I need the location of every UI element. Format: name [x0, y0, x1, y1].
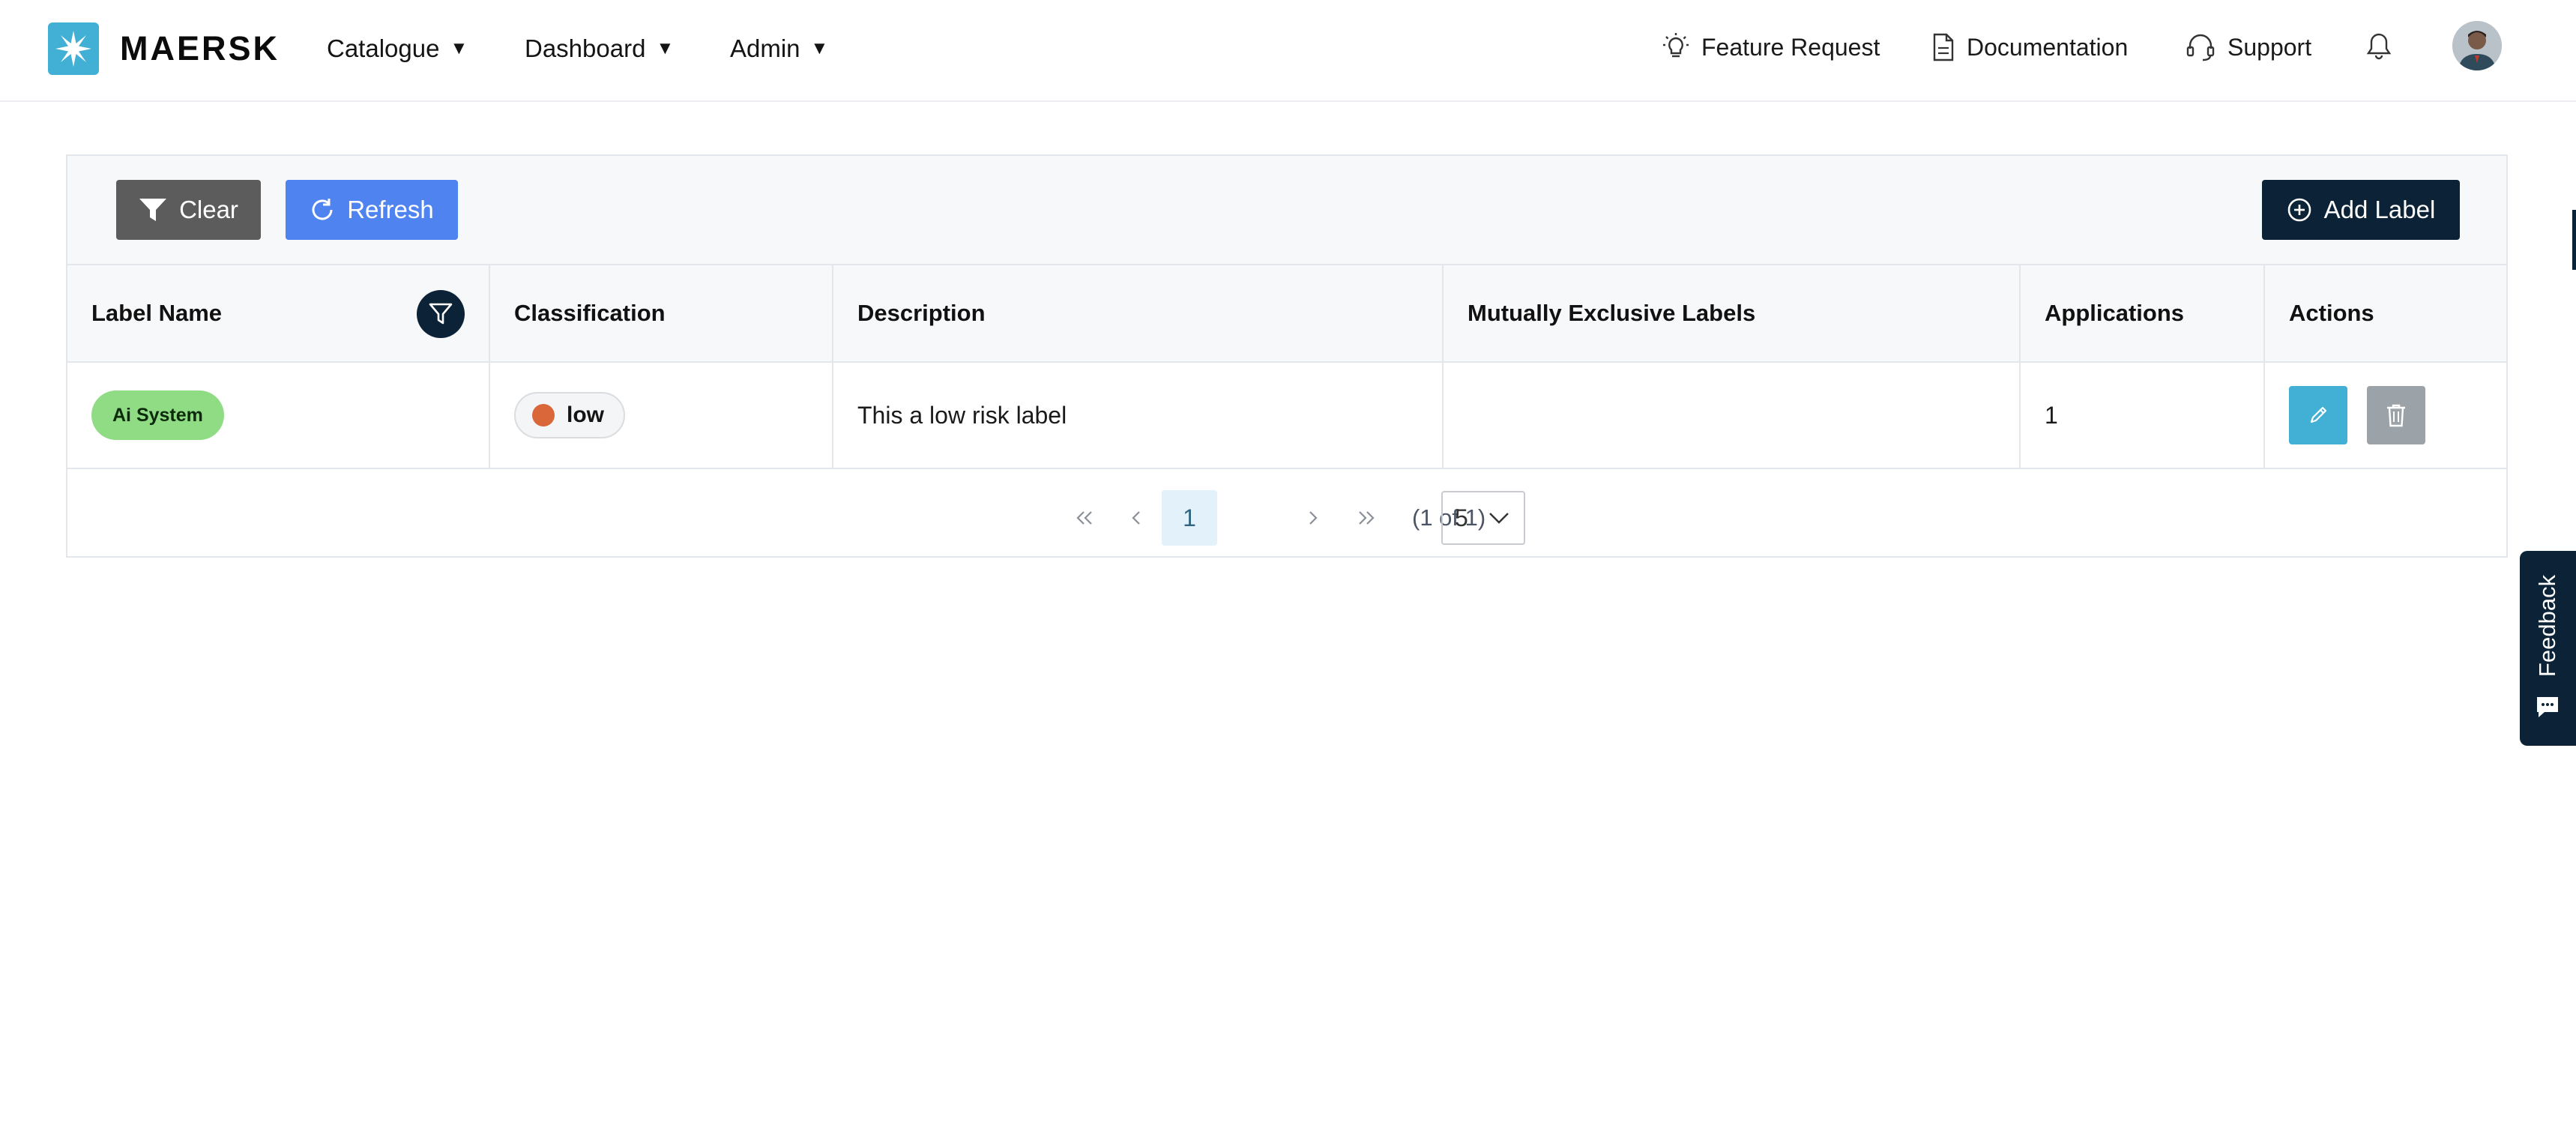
- column-header-actions: Actions: [2265, 265, 2506, 361]
- page-size-value: 5: [1455, 504, 1468, 531]
- column-header-classification[interactable]: Classification: [490, 265, 833, 361]
- cell-classification: low: [490, 363, 833, 468]
- clear-filters-button[interactable]: Clear: [116, 180, 261, 240]
- column-header-text: Mutually Exclusive Labels: [1468, 300, 1756, 326]
- refresh-label: Refresh: [347, 196, 434, 223]
- cell-description: This a low risk label: [833, 363, 1444, 468]
- scrollbar-indicator: [2572, 210, 2576, 270]
- column-filter-button[interactable]: [417, 290, 465, 338]
- caret-down-icon: ▼: [450, 38, 468, 58]
- documentation-label: Documentation: [1967, 33, 2129, 61]
- cell-actions: [2265, 363, 2506, 468]
- double-chevron-right-icon: [1359, 511, 1375, 525]
- funnel-icon: [139, 199, 167, 221]
- cell-applications: 1: [2021, 363, 2265, 468]
- feature-request-link[interactable]: Feature Request: [1662, 28, 1880, 66]
- double-chevron-left-icon: [1076, 511, 1092, 525]
- column-header-text: Applications: [2045, 300, 2185, 326]
- label-name-badge: Ai System: [91, 390, 224, 440]
- last-page-button[interactable]: [1346, 490, 1387, 546]
- nav-menu-label: Admin: [730, 34, 800, 62]
- brand-name: MAERSK: [120, 29, 280, 67]
- applications-count: 1: [2045, 401, 2058, 429]
- chevron-down-icon: [1489, 513, 1509, 524]
- column-header-description[interactable]: Description: [833, 265, 1444, 361]
- column-header-text: Classification: [514, 300, 666, 326]
- user-avatar[interactable]: [2452, 21, 2502, 70]
- column-header-text: Label Name: [91, 300, 223, 326]
- page-size-select[interactable]: 5: [1441, 491, 1525, 545]
- documentation-link[interactable]: Documentation: [1932, 28, 2128, 66]
- feedback-tab[interactable]: Feedback: [2520, 551, 2576, 746]
- pencil-icon: [2310, 406, 2327, 423]
- caret-down-icon: ▼: [656, 38, 675, 58]
- table-toolbar: Clear Refresh Add Label: [67, 156, 2506, 265]
- column-header-text: Description: [857, 300, 986, 326]
- add-label-button[interactable]: Add Label: [2262, 180, 2460, 240]
- document-icon: [1933, 33, 1954, 61]
- table-row: Ai System low This a low risk label 1: [67, 363, 2506, 469]
- clear-label: Clear: [179, 196, 238, 223]
- first-page-button[interactable]: [1064, 490, 1105, 546]
- chevron-left-icon: [1132, 511, 1140, 525]
- edit-button[interactable]: [2289, 386, 2347, 444]
- chat-bubble-icon: [2537, 697, 2558, 717]
- nav-menu-label: Dashboard: [525, 34, 646, 62]
- current-page-number: 1: [1183, 504, 1196, 531]
- page-button-current[interactable]: 1: [1162, 490, 1217, 546]
- cell-label-name: Ai System: [67, 363, 490, 468]
- risk-dot-icon: [532, 404, 555, 426]
- cell-mutually-exclusive: [1444, 363, 2021, 468]
- brand-logo[interactable]: MAERSK: [48, 22, 280, 75]
- headset-icon: [2186, 34, 2215, 61]
- chevron-right-icon: [1309, 511, 1318, 525]
- add-label-text: Add Label: [2323, 196, 2436, 223]
- bell-icon[interactable]: [2362, 30, 2395, 63]
- classification-text: low: [567, 402, 604, 427]
- plus-circle-icon: [2287, 198, 2311, 222]
- labels-panel: Clear Refresh Add Label Label Name Class…: [66, 154, 2508, 558]
- classification-chip: low: [514, 392, 625, 438]
- delete-button[interactable]: [2367, 386, 2425, 444]
- nav-menu-label: Catalogue: [327, 34, 440, 62]
- top-navigation-bar: MAERSK Catalogue ▼ Dashboard ▼ Admin ▼ F…: [0, 0, 2576, 102]
- support-label: Support: [2227, 33, 2312, 61]
- nav-menu-admin[interactable]: Admin ▼: [730, 30, 828, 67]
- refresh-icon: [312, 199, 333, 220]
- pagination: 1 (1 of 1) 5: [67, 469, 2506, 558]
- previous-page-button[interactable]: [1120, 490, 1153, 546]
- next-page-button[interactable]: [1297, 490, 1330, 546]
- column-header-label-name[interactable]: Label Name: [67, 265, 490, 361]
- feature-request-label: Feature Request: [1701, 33, 1880, 61]
- nav-menu-catalogue[interactable]: Catalogue ▼: [327, 30, 468, 67]
- table-header-row: Label Name Classification Description Mu…: [67, 265, 2506, 363]
- column-header-text: Actions: [2289, 300, 2374, 326]
- maersk-star-icon: [48, 22, 99, 75]
- column-header-mutually-exclusive[interactable]: Mutually Exclusive Labels: [1444, 265, 2021, 361]
- description-text: This a low risk label: [857, 401, 1067, 429]
- support-link[interactable]: Support: [2186, 28, 2311, 66]
- funnel-outline-icon: [429, 303, 453, 325]
- caret-down-icon: ▼: [810, 38, 829, 58]
- trash-icon: [2387, 404, 2405, 427]
- nav-menu-dashboard[interactable]: Dashboard ▼: [525, 30, 674, 67]
- lightbulb-icon: [1663, 33, 1689, 58]
- refresh-button[interactable]: Refresh: [286, 180, 458, 240]
- feedback-label: Feedback: [2534, 574, 2560, 678]
- column-header-applications[interactable]: Applications: [2021, 265, 2265, 361]
